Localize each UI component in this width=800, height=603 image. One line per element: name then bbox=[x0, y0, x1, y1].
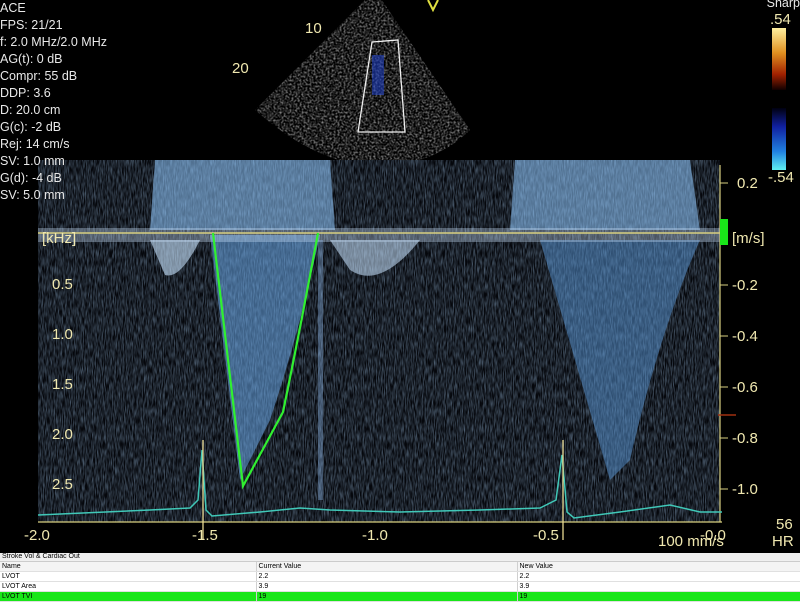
heart-rate-value: 56 bbox=[776, 516, 793, 533]
measurement-table-panel: Stroke Vol & Cardiac Out Name Current Va… bbox=[0, 553, 800, 603]
left-tick-label: 1.0 bbox=[52, 326, 73, 343]
left-tick-label: 0.5 bbox=[52, 276, 73, 293]
param-line: FPS: 21/21 bbox=[0, 18, 63, 32]
param-line: G(d): -4 dB bbox=[0, 171, 62, 185]
param-line: SV: 5.0 mm bbox=[0, 188, 65, 202]
depth-label-20: 20 bbox=[232, 60, 249, 77]
spectral-doppler bbox=[38, 160, 720, 522]
colorbar-negative bbox=[772, 108, 786, 170]
measurement-table: Name Current Value New Value LVOT 2.2 2.… bbox=[0, 562, 800, 602]
left-tick-label: 2.0 bbox=[52, 426, 73, 443]
right-tick-label: -1.0 bbox=[732, 481, 758, 498]
baseline-handle[interactable] bbox=[720, 219, 728, 245]
depth-label-10: 10 bbox=[305, 20, 322, 37]
sweep-speed: 100 mm/s bbox=[658, 533, 724, 550]
right-tick-label: -0.6 bbox=[732, 379, 758, 396]
column-header-current[interactable]: Current Value bbox=[256, 562, 518, 572]
time-tick-label: -1.0 bbox=[362, 527, 388, 544]
row-name: LVOT bbox=[0, 571, 257, 582]
left-tick-label: 2.5 bbox=[52, 476, 73, 493]
colorbar-top-value: .54 bbox=[770, 11, 791, 28]
doppler-image: .54 -.54 10 20 [kHz] [m/s] 0.5 1.0 1.5 2… bbox=[24, 0, 794, 550]
row-new-value: 2.2 bbox=[517, 571, 800, 582]
param-line: ACE bbox=[0, 1, 26, 15]
row-new-value: 3.9 bbox=[517, 581, 800, 592]
row-current-value: 3.9 bbox=[256, 581, 518, 592]
left-unit-label: [kHz] bbox=[42, 230, 76, 247]
right-tick-label: 0.2 bbox=[737, 175, 758, 192]
param-line: DDP: 3.6 bbox=[0, 86, 51, 100]
table-title: Stroke Vol & Cardiac Out bbox=[0, 553, 800, 562]
right-tick-label: -0.8 bbox=[732, 430, 758, 447]
column-header-name[interactable]: Name bbox=[0, 562, 257, 572]
row-name: LVOT TVI bbox=[0, 591, 257, 602]
row-new-value: 19 bbox=[517, 591, 800, 602]
ultrasound-display: .54 -.54 10 20 [kHz] [m/s] 0.5 1.0 1.5 2… bbox=[0, 0, 800, 553]
left-tick-label: 1.5 bbox=[52, 376, 73, 393]
param-line: SV: 1.0 mm bbox=[0, 154, 65, 168]
right-unit-label: [m/s] bbox=[732, 230, 765, 247]
param-line: AG(t): 0 dB bbox=[0, 52, 63, 66]
colorbar-title: Sharp bbox=[766, 0, 800, 10]
param-line: G(c): -2 dB bbox=[0, 120, 62, 134]
param-line: Compr: 55 dB bbox=[0, 69, 78, 83]
row-name: LVOT Area bbox=[0, 581, 257, 592]
param-line: D: 20.0 cm bbox=[0, 103, 61, 117]
table-row[interactable]: LVOT 2.2 2.2 bbox=[0, 571, 800, 582]
heart-rate-label: HR bbox=[772, 533, 794, 550]
time-tick-label: -2.0 bbox=[24, 527, 50, 544]
right-tick-label: -0.4 bbox=[732, 328, 758, 345]
param-line: f: 2.0 MHz/2.0 MHz bbox=[0, 35, 107, 49]
table-header-row: Name Current Value New Value bbox=[0, 562, 800, 572]
row-current-value: 19 bbox=[256, 591, 518, 602]
time-tick-label: -1.5 bbox=[192, 527, 218, 544]
row-current-value: 2.2 bbox=[256, 571, 518, 582]
2d-sector-image bbox=[255, 0, 470, 167]
colorbar-bottom-value: -.54 bbox=[768, 169, 794, 186]
table-row[interactable]: LVOT Area 3.9 3.9 bbox=[0, 581, 800, 592]
colorbar-positive bbox=[772, 28, 786, 90]
param-line: Rej: 14 cm/s bbox=[0, 137, 70, 151]
sector-marker-icon bbox=[427, 0, 439, 13]
time-tick-label: -0.5 bbox=[533, 527, 559, 544]
table-row-selected[interactable]: LVOT TVI 19 19 bbox=[0, 591, 800, 602]
right-tick-label: -0.2 bbox=[732, 277, 758, 294]
acquisition-parameters: ACE FPS: 21/21 f: 2.0 MHz/2.0 MHz AG(t):… bbox=[0, 0, 107, 204]
column-header-new[interactable]: New Value bbox=[517, 562, 800, 572]
